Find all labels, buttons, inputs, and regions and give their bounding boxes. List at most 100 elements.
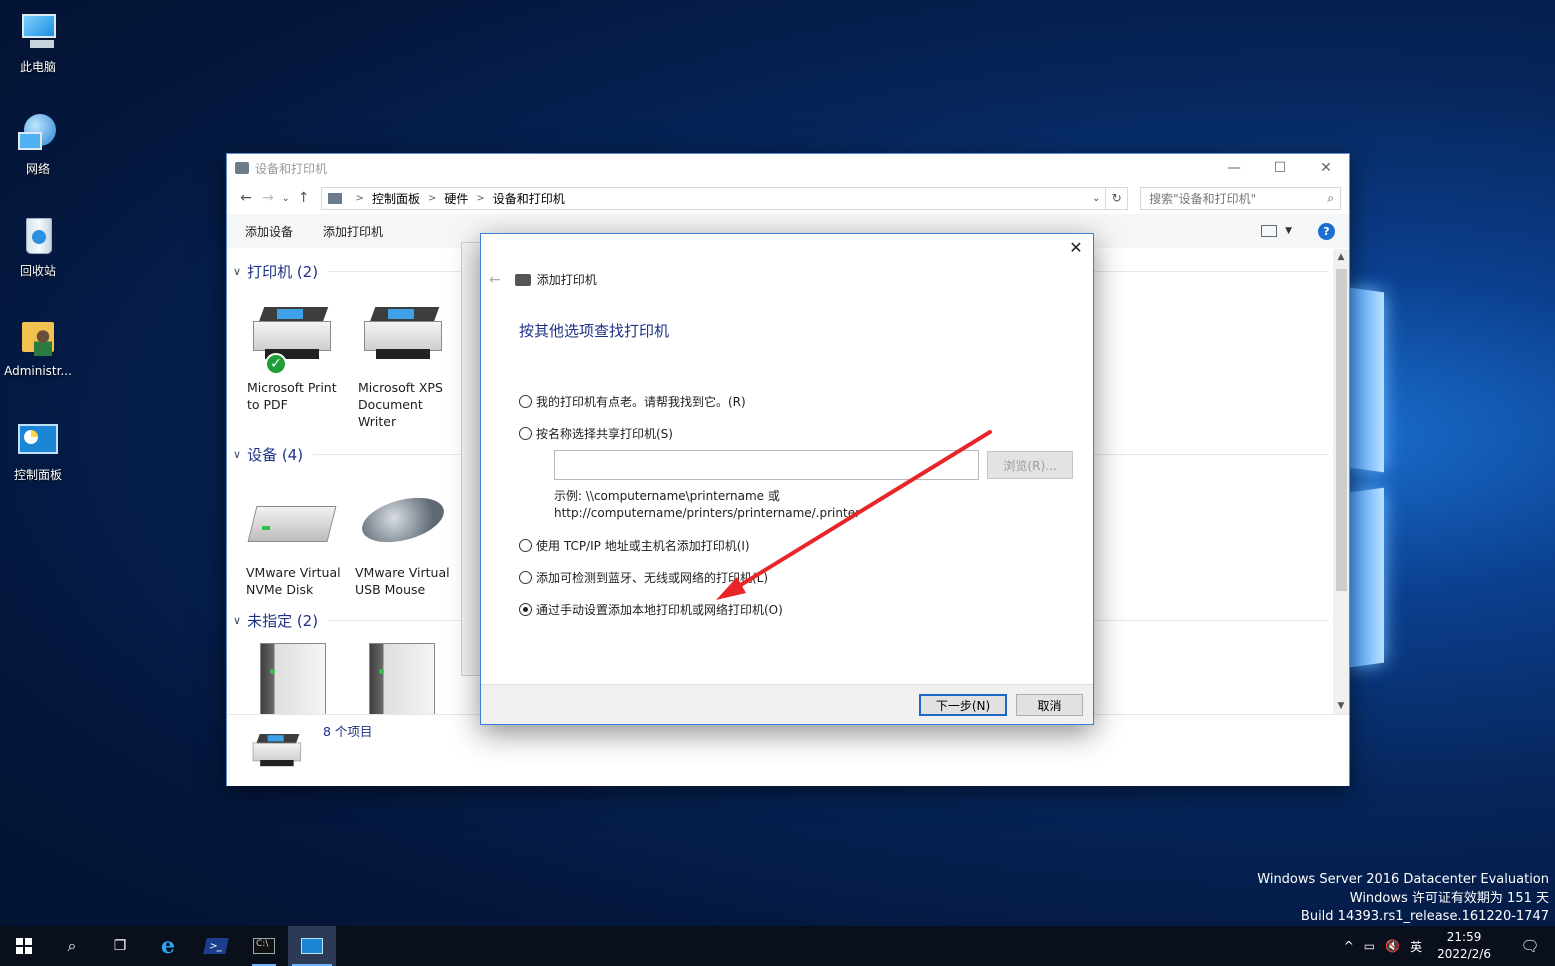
desktop-icon-recycle-bin[interactable]: 回收站	[4, 214, 72, 279]
add-device-button[interactable]: 添加设备	[245, 223, 293, 240]
windows-logo-wallpaper	[1350, 287, 1390, 670]
tower-server-icon	[355, 641, 443, 714]
device-item[interactable]: Microsoft XPS Document Writer	[358, 299, 458, 430]
close-icon[interactable]: ✕	[1067, 238, 1085, 258]
scroll-up-icon[interactable]: ▲	[1333, 249, 1349, 265]
command-prompt-button[interactable]: C:\	[240, 926, 288, 966]
item-count: 8 个项目	[323, 724, 373, 739]
user-folder-icon	[16, 316, 60, 360]
mouse-icon	[355, 484, 449, 562]
breadcrumb-control-panel[interactable]: 控制面板	[372, 190, 420, 207]
breadcrumb-hardware[interactable]: 硬件	[444, 190, 468, 207]
desktop-icon-administrator[interactable]: Administr...	[4, 316, 72, 378]
start-button[interactable]	[0, 926, 48, 966]
device-label: VMware Virtual NVMe Disk	[246, 565, 341, 597]
back-arrow-icon[interactable]: ←	[489, 272, 501, 288]
device-label: Microsoft XPS Document Writer	[358, 380, 443, 429]
group-title: 打印机 (2)	[247, 262, 319, 281]
scroll-thumb[interactable]	[1336, 269, 1347, 591]
radio-button[interactable]	[519, 571, 532, 584]
forward-arrow-icon[interactable]: →	[257, 190, 279, 206]
chevron-down-icon[interactable]: ∨	[233, 614, 241, 627]
address-row: ← → ⌄ ↑ > 控制面板 > 硬件 > 设备和打印机 ⌄ ↻ 搜索"设备和打…	[227, 182, 1349, 214]
chevron-right-icon[interactable]: >	[428, 193, 436, 204]
shared-printer-name-input[interactable]	[554, 450, 979, 480]
chevron-down-icon[interactable]: ⌄	[1087, 193, 1105, 204]
action-center-icon[interactable]: 🗨	[1510, 937, 1550, 955]
option-tcpip[interactable]: 使用 TCP/IP 地址或主机名添加打印机(I)	[519, 537, 750, 554]
radio-button-selected[interactable]	[519, 603, 532, 616]
dialog-heading: 按其他选项查找打印机	[519, 322, 670, 340]
option-old-printer[interactable]: 我的打印机有点老。请帮我找到它。(R)	[519, 393, 746, 410]
device-item[interactable]	[246, 641, 346, 714]
internet-explorer-button[interactable]: e	[144, 926, 192, 966]
windows-start-icon	[16, 938, 32, 954]
search-button[interactable]: ⌕	[48, 926, 96, 966]
desktop-icon-label: 此电脑	[19, 60, 56, 74]
radio-button[interactable]	[519, 539, 532, 552]
powershell-button[interactable]: >_	[192, 926, 240, 966]
task-view-icon: ❐	[113, 938, 127, 954]
device-label: Microsoft Print to PDF	[247, 380, 337, 412]
device-item[interactable]: VMware Virtual USB Mouse	[355, 484, 455, 598]
chevron-down-icon[interactable]: ∨	[233, 265, 241, 278]
radio-button[interactable]	[519, 395, 532, 408]
taskbar: ⌕ ❐ e >_ C:\ ^ ▭ 🔇 英 21:59 2022/2/6 🗨	[0, 926, 1555, 966]
dialog-title: 添加打印机	[536, 273, 597, 287]
minimize-button[interactable]: —	[1211, 154, 1257, 182]
change-view-icon[interactable]	[1261, 225, 1278, 237]
desktop-icon-network[interactable]: 网络	[4, 112, 72, 177]
chevron-right-icon[interactable]: >	[476, 193, 484, 204]
maximize-button[interactable]: ☐	[1257, 154, 1303, 182]
chevron-down-icon[interactable]: ▼	[1285, 226, 1292, 236]
devices-printers-icon	[235, 162, 249, 174]
option-bluetooth-wireless[interactable]: 添加可检测到蓝牙、无线或网络的打印机(L)	[519, 569, 768, 586]
evaluation-watermark: Windows Server 2016 Datacenter Evaluatio…	[1257, 871, 1549, 927]
dialog-title-row: ← 添加打印机	[489, 271, 597, 288]
control-panel-small-icon	[327, 192, 342, 204]
task-view-button[interactable]: ❐	[96, 926, 144, 966]
browse-button[interactable]: 浏览(R)...	[987, 451, 1073, 479]
back-arrow-icon[interactable]: ←	[235, 190, 257, 206]
device-item[interactable]: VMware Virtual NVMe Disk	[246, 484, 346, 598]
title-bar[interactable]: 设备和打印机 — ☐ ✕	[227, 154, 1349, 182]
option-shared-printer[interactable]: 按名称选择共享打印机(S)	[519, 425, 673, 442]
desktop-icon-control-panel[interactable]: 控制面板	[4, 418, 72, 483]
control-panel-taskbar-button[interactable]	[288, 926, 336, 966]
help-icon[interactable]: ?	[1318, 222, 1335, 240]
breadcrumb-devices-printers[interactable]: 设备和打印机	[493, 190, 565, 207]
device-item[interactable]	[355, 641, 455, 714]
close-button[interactable]: ✕	[1303, 154, 1349, 182]
desktop-icon-this-pc[interactable]: 此电脑	[4, 10, 72, 75]
vertical-scrollbar[interactable]: ▲ ▼	[1333, 249, 1349, 714]
option-manual-local[interactable]: 通过手动设置添加本地打印机或网络打印机(O)	[519, 601, 783, 618]
control-panel-icon	[301, 938, 323, 954]
volume-muted-icon[interactable]: 🔇	[1385, 939, 1400, 953]
option-label: 按名称选择共享打印机(S)	[536, 427, 673, 441]
add-printer-button[interactable]: 添加打印机	[323, 223, 383, 240]
scroll-down-icon[interactable]: ▼	[1333, 698, 1349, 714]
watermark-line: Windows Server 2016 Datacenter Evaluatio…	[1257, 872, 1549, 887]
show-hidden-icons-icon[interactable]: ^	[1344, 939, 1354, 953]
search-icon[interactable]: ⌕	[1327, 191, 1334, 206]
recent-locations-icon[interactable]: ⌄	[279, 193, 293, 204]
input-method-indicator[interactable]: 英	[1410, 938, 1422, 955]
printer-icon: ✓	[247, 299, 335, 377]
chevron-down-icon[interactable]: ∨	[233, 448, 241, 461]
option-label: 使用 TCP/IP 地址或主机名添加打印机(I)	[536, 539, 750, 553]
printer-camera-icon	[249, 729, 304, 777]
option-label: 添加可检测到蓝牙、无线或网络的打印机(L)	[536, 571, 769, 585]
address-bar[interactable]: > 控制面板 > 硬件 > 设备和打印机 ⌄	[320, 186, 1107, 210]
chevron-right-icon[interactable]: >	[356, 193, 364, 204]
network-icon	[16, 112, 60, 156]
network-status-icon[interactable]: ▭	[1364, 939, 1375, 953]
search-input[interactable]: 搜索"设备和打印机" ⌕	[1140, 186, 1341, 210]
next-button[interactable]: 下一步(N)	[919, 694, 1007, 716]
desktop-icon-label: 回收站	[19, 264, 56, 278]
up-arrow-icon[interactable]: ↑	[293, 190, 315, 206]
refresh-icon[interactable]: ↻	[1106, 186, 1129, 210]
cancel-button[interactable]: 取消	[1016, 694, 1083, 716]
clock[interactable]: 21:59 2022/2/6	[1437, 929, 1491, 963]
radio-button[interactable]	[519, 427, 532, 440]
device-item[interactable]: ✓ Microsoft Print to PDF	[247, 299, 347, 413]
